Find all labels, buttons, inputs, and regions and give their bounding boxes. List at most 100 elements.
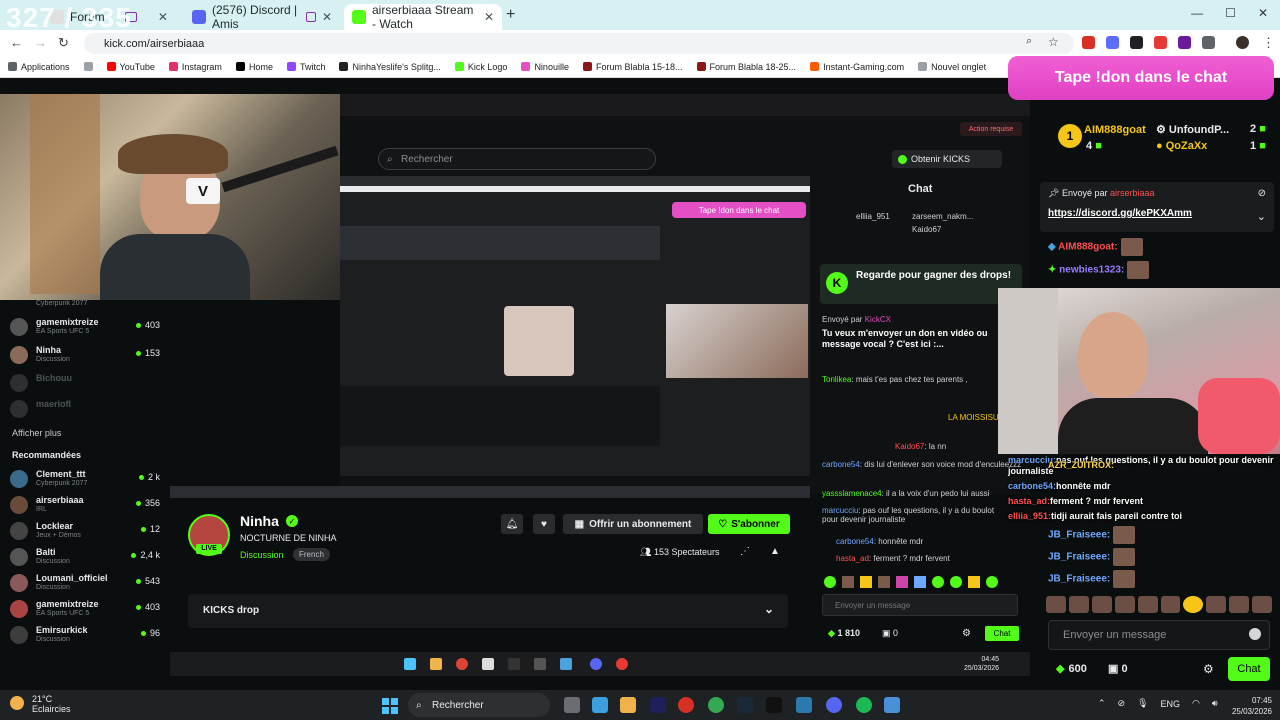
bookmark-instant-gaming[interactable]: Instant-Gaming.com	[810, 62, 904, 72]
sidebar-item[interactable]: gamemixtreize EA Sports UFC 5 403	[6, 316, 164, 338]
emote-icon[interactable]	[1183, 596, 1204, 613]
captured-chat-button[interactable]: Chat	[985, 626, 1019, 641]
bookmark-twitch[interactable]: Twitch	[286, 62, 325, 72]
start-button[interactable]	[382, 698, 398, 714]
chat-input[interactable]: Envoyer un message	[1048, 620, 1270, 650]
taskbar-search[interactable]: ⌕ Rechercher	[408, 693, 550, 717]
chrome-icon[interactable]	[708, 697, 724, 713]
emote-icon[interactable]	[1206, 596, 1227, 613]
extension-icon[interactable]	[1130, 36, 1143, 49]
emote-icon[interactable]	[1091, 596, 1112, 613]
chevron-up-icon[interactable]: ⌃	[1098, 698, 1106, 709]
follow-button[interactable]: ♡ S'abonner	[708, 514, 790, 534]
menu-kebab-icon[interactable]: ⋮	[1262, 35, 1275, 51]
back-icon[interactable]: ←	[10, 35, 23, 50]
sidebar-item[interactable]: gamemixtreize EA Sports UFC 5 403	[6, 598, 164, 620]
minimize-icon[interactable]: —	[1191, 6, 1203, 20]
sidebar-item[interactable]: Balti Discussion 2,4 k	[6, 546, 164, 568]
reload-icon[interactable]: ↻	[58, 35, 69, 51]
bookmark-instagram[interactable]: Instagram	[168, 62, 222, 72]
report-icon[interactable]: ▲	[770, 546, 780, 557]
language-tag[interactable]: French	[293, 548, 330, 561]
app-icon[interactable]	[592, 697, 608, 713]
discord-icon[interactable]	[826, 697, 842, 713]
profile-avatar[interactable]	[1236, 36, 1249, 49]
taskbar-clock[interactable]: 07:45 25/03/2026	[1222, 695, 1272, 717]
tab-kick-stream[interactable]: airserbiaaa Stream - Watch ✕	[344, 3, 502, 31]
sidebar-item[interactable]: Bichouu	[6, 372, 164, 394]
extension-icon[interactable]	[1178, 36, 1191, 49]
captured-search-input[interactable]: ⌕ Rechercher	[378, 148, 656, 170]
file-explorer-icon[interactable]	[620, 697, 636, 713]
emote-icon[interactable]	[1068, 596, 1089, 613]
bookmark-forum-18-25[interactable]: Forum Blabla 18-25...	[696, 62, 796, 72]
gift-sub-button[interactable]: ▦ Offrir un abonnement	[563, 514, 703, 534]
pinned-link[interactable]: https://discord.gg/kePKXAmm	[1048, 208, 1192, 219]
gifter-name[interactable]: AIM888goat	[1084, 124, 1146, 136]
maximize-icon[interactable]: ☐	[1225, 6, 1236, 20]
hide-icon[interactable]: ⊘	[1258, 188, 1266, 199]
emote-icon[interactable]	[950, 576, 962, 588]
bookmark-applications[interactable]: Applications	[8, 62, 70, 72]
bookmark-apps[interactable]	[83, 62, 93, 71]
extension-icon[interactable]	[1082, 36, 1095, 49]
captured-settings-icon[interactable]: ⚙	[962, 628, 971, 639]
emote-icon[interactable]	[986, 576, 998, 588]
network-icon[interactable]: ⊘	[1118, 698, 1126, 709]
close-tab-icon[interactable]: ✕	[158, 10, 168, 24]
captured-chat-input[interactable]: Envoyer un message	[822, 594, 1018, 616]
sidebar-item[interactable]: Clement_ttt Cyberpunk 2077 2 k	[6, 468, 164, 490]
emote-icon[interactable]	[824, 576, 836, 588]
emote-icon[interactable]	[1229, 596, 1250, 613]
gifter-name[interactable]: ⚙ UnfoundP...	[1156, 123, 1229, 136]
emote-icon[interactable]	[1252, 596, 1273, 613]
zoom-icon[interactable]: ⌕	[1026, 35, 1032, 48]
extension-icon[interactable]	[1106, 36, 1119, 49]
emote-icon[interactable]	[1137, 596, 1158, 613]
language-indicator[interactable]: ENG	[1161, 699, 1181, 709]
bookmark-splitgate[interactable]: NinhaYeslife's Splitg...	[339, 62, 441, 72]
volume-icon[interactable]: 🔊︎	[1212, 698, 1218, 709]
sidebar-item[interactable]: Loumani_officiel Discussion 543	[6, 572, 164, 594]
task-view-icon[interactable]	[564, 697, 580, 713]
emote-icon[interactable]	[860, 576, 872, 588]
sidebar-item[interactable]: airserbiaaa IRL 356	[6, 494, 164, 516]
bookmark-home[interactable]: Home	[235, 62, 273, 72]
show-more-link[interactable]: Afficher plus	[12, 428, 61, 438]
bookmark-ninouille[interactable]: Ninouille	[521, 62, 569, 72]
bookmark-star-icon[interactable]: ☆	[1048, 35, 1059, 49]
emote-icon[interactable]	[878, 576, 890, 588]
bookmark-kick-logo[interactable]: Kick Logo	[454, 62, 507, 72]
extension-icon[interactable]	[1154, 36, 1167, 49]
wifi-icon[interactable]: ◠	[1192, 698, 1200, 709]
drops-banner[interactable]: K Regarde pour gagner des drops!	[820, 264, 1022, 304]
emote-icon[interactable]	[932, 576, 944, 588]
chevron-down-icon[interactable]: ⌄	[1257, 210, 1266, 223]
close-window-icon[interactable]: ✕	[1258, 6, 1268, 20]
bookmark-youtube[interactable]: YouTube	[106, 62, 155, 72]
emote-icon[interactable]	[968, 576, 980, 588]
emote-icon[interactable]	[842, 576, 854, 588]
emoji-picker-icon[interactable]	[1249, 628, 1261, 640]
sidebar-item[interactable]: Emirsurkick Discussion 96	[6, 624, 164, 646]
address-bar[interactable]: kick.com/airserbiaaa	[84, 33, 1074, 54]
tab-discord[interactable]: (2576) Discord | Amis ✕	[184, 3, 340, 31]
heart-button[interactable]: ♥	[533, 514, 555, 534]
share-icon[interactable]: ⋰	[740, 546, 750, 557]
notification-bell-button[interactable]: 🔔︎	[501, 514, 523, 534]
box-count[interactable]: ▣ 0	[1108, 662, 1128, 675]
gifter-name[interactable]: ● QoZaXx	[1156, 140, 1207, 152]
bookmark-forum-15-18[interactable]: Forum Blabla 15-18...	[582, 62, 683, 72]
pinned-message[interactable]: 📌︎ Envoyé par airserbiaaa https://discor…	[1040, 182, 1274, 232]
chat-send-button[interactable]: Chat	[1228, 657, 1270, 681]
media-playing-icon[interactable]	[306, 12, 316, 22]
obs-icon[interactable]	[678, 697, 694, 713]
emote-icon[interactable]	[1114, 596, 1135, 613]
new-tab-button[interactable]: +	[506, 6, 515, 24]
get-kicks-button[interactable]: Obtenir KICKS	[892, 150, 1002, 168]
spotify-icon[interactable]	[856, 697, 872, 713]
forward-icon[interactable]: →	[34, 35, 47, 50]
steam-icon[interactable]	[737, 697, 753, 713]
kicks-balance[interactable]: ◆ 600	[1056, 662, 1087, 676]
extensions-puzzle-icon[interactable]	[1202, 36, 1215, 49]
